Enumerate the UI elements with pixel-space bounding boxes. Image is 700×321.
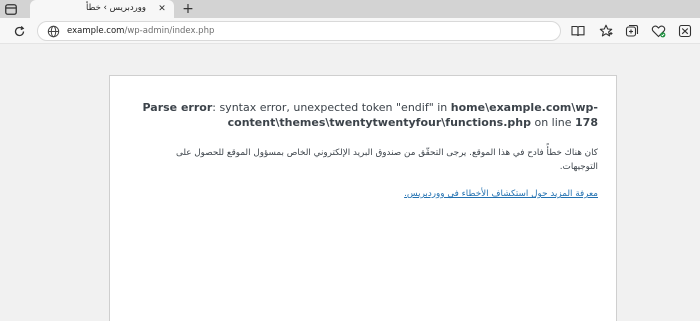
new-tab-button[interactable]: + xyxy=(180,1,196,17)
page-viewport: Parse error: syntax error, unexpected to… xyxy=(0,45,700,321)
reading-view-icon[interactable] xyxy=(570,23,586,39)
debugging-help-link[interactable]: معرفة المزيد حول استكشاف الأخطاء في وورد… xyxy=(404,189,598,199)
close-icon[interactable]: ✕ xyxy=(156,3,168,15)
browser-window: ووردبريس › خطأ ✕ + example.com/wp-admin/… xyxy=(0,0,700,321)
tab-strip: ووردبريس › خطأ ✕ + xyxy=(0,0,700,18)
critical-error-message-line-1: كان هناك خطأً فادح في هذا الموقع. يرجى ا… xyxy=(175,148,598,158)
error-line-number: 178 xyxy=(575,116,598,129)
parse-error-line-2: content\themes\twentytwentyfour\function… xyxy=(138,115,598,130)
star-icon[interactable] xyxy=(598,23,614,39)
critical-error-message-line-2: التوجيهات. xyxy=(559,162,598,172)
tab-actions-icon[interactable] xyxy=(4,3,18,16)
error-file-path-1: home\example.com\wp- xyxy=(450,101,598,114)
url-host: example.com xyxy=(67,26,125,36)
parse-error-line-1: Parse error: syntax error, unexpected to… xyxy=(138,100,599,115)
error-message: : syntax error, unexpected token "endif"… xyxy=(212,101,451,114)
collections-icon[interactable] xyxy=(624,23,640,39)
heart-pulse-icon[interactable] xyxy=(650,23,666,39)
tab-active[interactable]: ووردبريس › خطأ ✕ xyxy=(30,0,174,18)
tab-title: ووردبريس › خطأ xyxy=(86,3,146,13)
url-text[interactable]: example.com/wp-admin/index.php xyxy=(67,26,214,36)
refresh-icon[interactable] xyxy=(11,23,27,39)
favorites-hub-icon[interactable] xyxy=(677,23,693,39)
error-label: Parse error xyxy=(142,101,213,114)
url-path: /wp-admin/index.php xyxy=(124,26,215,36)
error-on-line-text: on line xyxy=(530,116,576,129)
address-bar[interactable]: example.com/wp-admin/index.php xyxy=(37,21,561,41)
error-file-path-2: content\themes\twentytwentyfour\function… xyxy=(227,116,531,129)
wp-error-card: Parse error: syntax error, unexpected to… xyxy=(109,75,617,321)
toolbar: example.com/wp-admin/index.php xyxy=(0,18,700,44)
globe-icon[interactable] xyxy=(47,25,60,38)
